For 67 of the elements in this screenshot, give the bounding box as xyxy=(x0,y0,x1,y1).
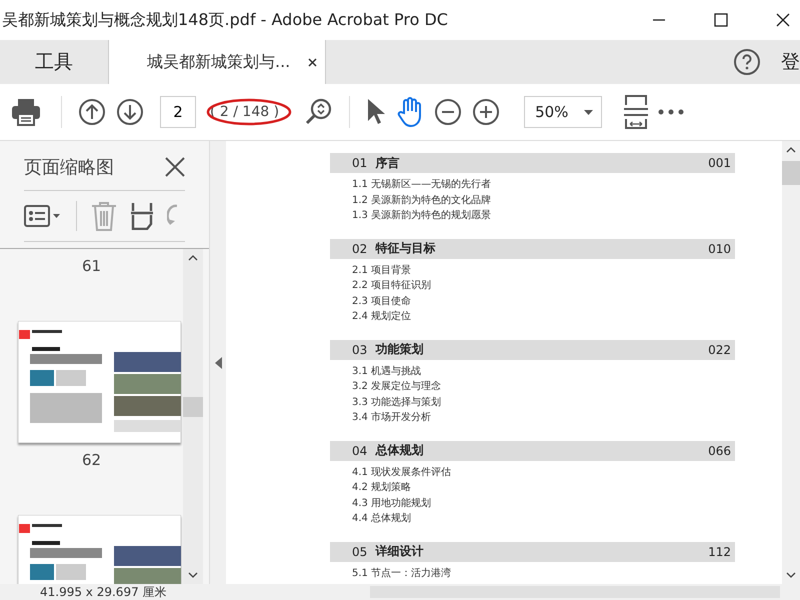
toc-entry: 2.1 项目背景 xyxy=(351,264,412,278)
scrollbar-thumb[interactable] xyxy=(782,161,800,185)
thumbnail-options-icon[interactable] xyxy=(24,205,62,227)
section-number: 04 xyxy=(352,444,368,458)
toc-entry: 3.1 机遇与挑战 xyxy=(351,364,422,378)
page-number-label: 62 xyxy=(82,451,102,469)
toc-entry: 5.1 节点一：活力港湾 xyxy=(351,566,452,580)
pointer-icon[interactable] xyxy=(366,98,386,126)
maximize-icon[interactable] xyxy=(714,13,728,27)
zoom-dropdown[interactable]: 50% xyxy=(524,96,602,128)
collapse-panel-icon[interactable] xyxy=(214,356,222,368)
page-number-label: 61 xyxy=(82,257,102,275)
section-page: 066 xyxy=(708,444,731,458)
document-tab[interactable]: 城吴都新城策划与... xyxy=(108,40,326,84)
scroll-down-icon[interactable] xyxy=(786,572,796,578)
sign-in-link[interactable]: 登 xyxy=(781,49,800,75)
section-number: 02 xyxy=(352,242,368,256)
section-title: 功能策划 xyxy=(375,341,424,358)
section-number: 03 xyxy=(352,342,368,356)
section-page: 112 xyxy=(708,544,731,558)
zoom-out-icon[interactable] xyxy=(434,98,462,126)
previous-page-icon[interactable] xyxy=(78,98,106,126)
find-icon[interactable] xyxy=(305,98,334,126)
page-number-field[interactable]: 2 xyxy=(160,96,196,128)
toc-entry: 1.3 吴源新韵为特色的规划愿景 xyxy=(351,208,492,223)
toc-entry: 1.1 无锡新区——无锡的先行者 xyxy=(351,178,492,192)
next-page-icon[interactable] xyxy=(116,98,144,126)
close-icon[interactable] xyxy=(776,13,790,27)
scroll-up-icon[interactable] xyxy=(188,255,198,261)
toc-entry: 3.2 发展定位与理念 xyxy=(351,380,442,394)
page-size-label: 41.995 x 29.697 厘米 xyxy=(39,584,168,600)
toc-entry: 4.3 用地功能规划 xyxy=(351,496,432,510)
scrollbar-thumb[interactable] xyxy=(183,397,203,417)
scrollbar[interactable] xyxy=(183,249,203,584)
toc-entry: 4.2 规划策略 xyxy=(351,480,412,495)
section-title: 详细设计 xyxy=(375,543,424,560)
more-icon[interactable] xyxy=(658,109,684,115)
section-page: 010 xyxy=(708,242,731,256)
fit-page-icon[interactable] xyxy=(624,95,648,129)
caret-icon xyxy=(584,110,594,114)
toc-entry: 2.2 项目特征识别 xyxy=(351,278,432,293)
scroll-down-icon[interactable] xyxy=(188,572,198,578)
panel-title: 页面缩略图 xyxy=(24,156,114,179)
close-icon[interactable] xyxy=(308,58,317,66)
toc-entry: 3.4 市场开发分析 xyxy=(351,410,432,425)
section-title: 特征与目标 xyxy=(375,240,436,257)
tools-tab[interactable]: 工具 xyxy=(0,40,108,84)
print-icon[interactable] xyxy=(11,98,41,126)
scroll-up-icon[interactable] xyxy=(786,147,796,153)
window-title: 吴都新城策划与概念规划148页.pdf - Adobe Acrobat Pro DC xyxy=(1,10,448,30)
toc-entry: 2.4 规划定位 xyxy=(351,310,412,324)
help-icon[interactable] xyxy=(733,48,761,76)
toc-entry: 1.2 吴源新韵为特色的文化品牌 xyxy=(351,194,492,208)
section-page: 001 xyxy=(708,156,731,170)
zoom-in-icon[interactable] xyxy=(472,98,500,126)
toc-entry: 2.3 项目使命 xyxy=(351,294,412,308)
close-icon[interactable] xyxy=(165,157,185,177)
section-page: 022 xyxy=(708,342,731,356)
toc-entry: 3.3 功能选择与策划 xyxy=(351,396,442,410)
toc-entry: 4.4 总体规划 xyxy=(351,512,412,526)
toc-entry: 4.1 现状发展条件评估 xyxy=(351,466,452,480)
section-title: 序言 xyxy=(375,154,400,172)
section-number: 01 xyxy=(352,156,368,170)
section-number: 05 xyxy=(352,544,368,558)
extract-page-icon[interactable] xyxy=(131,202,153,230)
section-title: 总体规划 xyxy=(375,442,424,459)
page-thumbnail-drawing[interactable] xyxy=(18,321,181,443)
